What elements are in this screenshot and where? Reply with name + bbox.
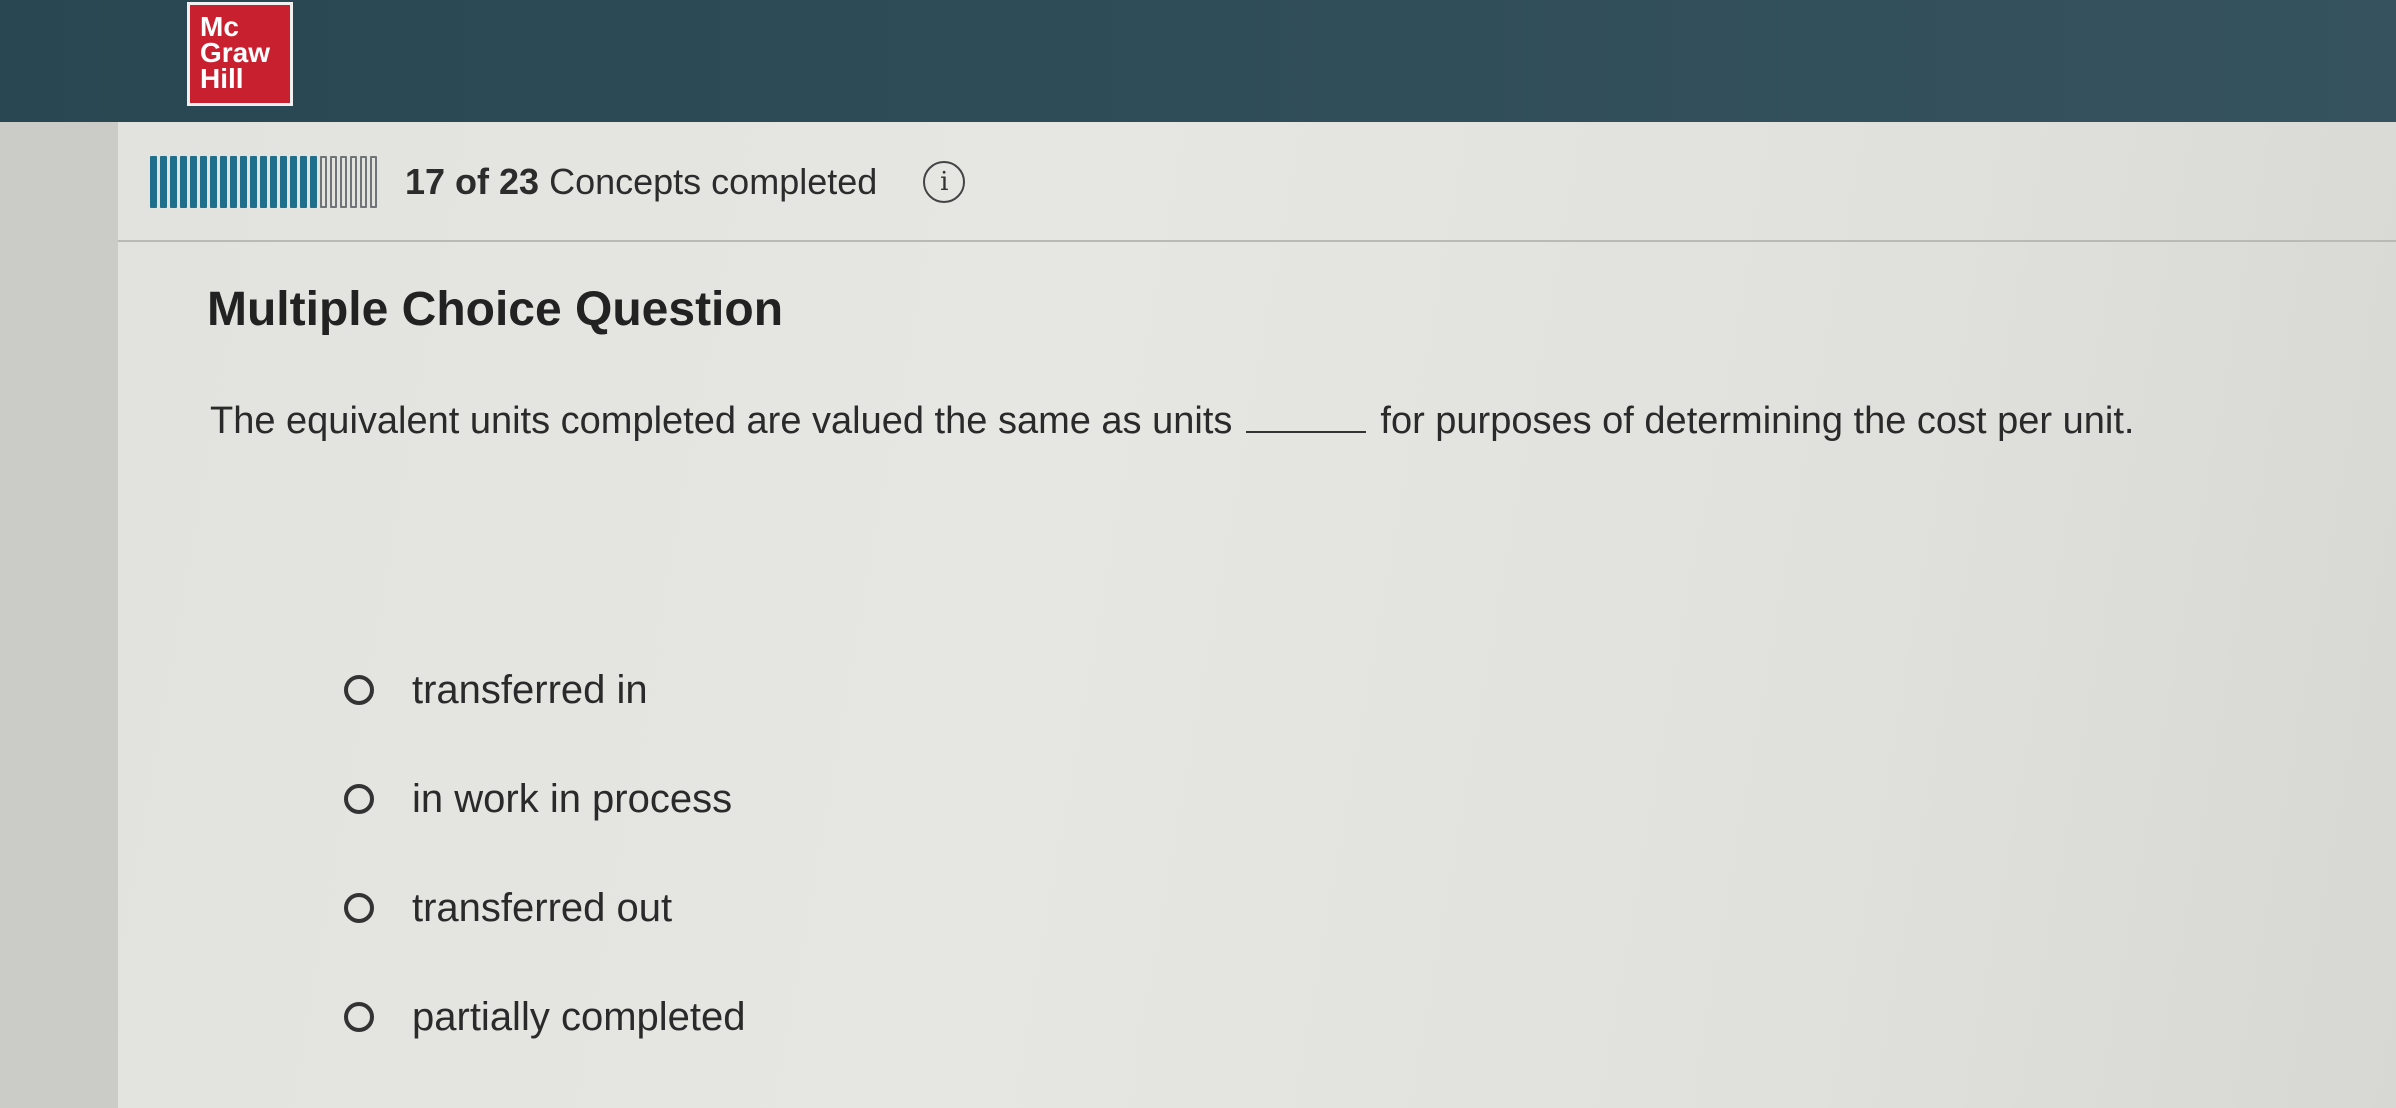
question-text: The equivalent units completed are value… [210, 400, 2134, 443]
progress-segment-done [280, 156, 287, 208]
progress-segment-done [290, 156, 297, 208]
progress-segment-todo [330, 156, 337, 208]
progress-segment-done [200, 156, 207, 208]
progress-segment-done [180, 156, 187, 208]
radio-button[interactable] [344, 893, 374, 923]
progress-segment-done [310, 156, 317, 208]
progress-label: Concepts completed [549, 161, 878, 202]
divider [118, 240, 2396, 242]
progress-segment-done [230, 156, 237, 208]
question-type-heading: Multiple Choice Question [207, 283, 784, 336]
progress-text: 17 of 23 Concepts completed [405, 161, 877, 203]
option-label[interactable]: in work in process [412, 777, 732, 822]
logo-line-3: Hill [200, 63, 244, 94]
answer-option[interactable]: transferred out [344, 878, 746, 938]
progress-bar [150, 156, 377, 208]
info-icon[interactable]: i [923, 161, 966, 203]
top-bar: Mc Graw Hill [0, 0, 2396, 122]
radio-button[interactable] [344, 675, 374, 705]
concept-progress: 17 of 23 Concepts completed i [150, 152, 966, 212]
progress-segment-done [300, 156, 307, 208]
progress-segment-done [170, 156, 177, 208]
progress-segment-todo [360, 156, 367, 208]
mcgraw-hill-logo: Mc Graw Hill [187, 2, 293, 106]
progress-segment-done [270, 156, 277, 208]
progress-segment-todo [350, 156, 357, 208]
answer-option[interactable]: transferred in [344, 660, 746, 720]
progress-count: 17 of 23 [405, 161, 540, 202]
answer-options: transferred in in work in process transf… [344, 660, 746, 1096]
option-label[interactable]: transferred out [412, 886, 672, 931]
progress-segment-done [160, 156, 167, 208]
left-margin [0, 122, 118, 1108]
answer-blank [1246, 431, 1367, 433]
progress-segment-done [220, 156, 227, 208]
option-label[interactable]: transferred in [412, 668, 648, 713]
option-label[interactable]: partially completed [412, 995, 746, 1040]
progress-segment-done [260, 156, 267, 208]
progress-segment-done [150, 156, 157, 208]
progress-segment-done [240, 156, 247, 208]
progress-segment-todo [320, 156, 327, 208]
answer-option[interactable]: in work in process [344, 769, 746, 829]
answer-option[interactable]: partially completed [344, 987, 746, 1047]
progress-segment-done [210, 156, 217, 208]
progress-segment-todo [340, 156, 347, 208]
radio-button[interactable] [344, 1002, 374, 1032]
question-text-after: for purposes of determining the cost per… [1380, 400, 2135, 442]
progress-segment-done [190, 156, 197, 208]
progress-segment-done [250, 156, 257, 208]
progress-segment-todo [370, 156, 377, 208]
question-text-before: The equivalent units completed are value… [210, 400, 1233, 442]
radio-button[interactable] [344, 784, 374, 814]
